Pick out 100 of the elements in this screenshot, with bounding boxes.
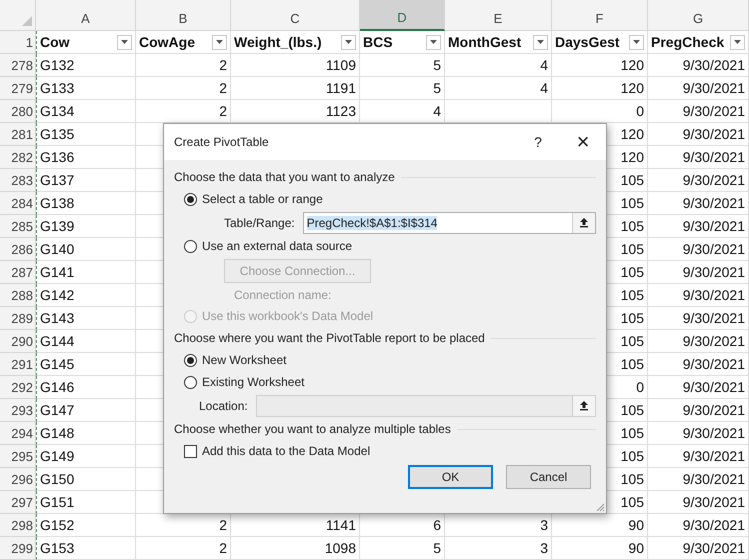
range-input-field[interactable]: PregCheck!$A$1:$I$314 — [302, 212, 596, 234]
row-header[interactable]: 288 — [0, 284, 36, 307]
row-header[interactable]: 287 — [0, 261, 36, 284]
table-cell: 1109 — [231, 54, 360, 77]
dropdown-arrow-icon — [537, 40, 544, 44]
table-cell: G153 — [36, 537, 136, 560]
header-cell: BCS — [363, 34, 393, 50]
column-header[interactable]: B — [136, 0, 231, 31]
row-header[interactable]: 286 — [0, 238, 36, 261]
row-header[interactable]: 1 — [0, 31, 36, 54]
row-header[interactable]: 292 — [0, 376, 36, 399]
table-cell: 9/30/2021 — [648, 54, 749, 77]
dialog-button[interactable]: Cancel — [506, 465, 591, 489]
column-header[interactable]: E — [445, 0, 552, 31]
dropdown-arrow-icon — [734, 40, 741, 44]
radio-button[interactable] — [184, 354, 197, 366]
row-header[interactable]: 294 — [0, 422, 36, 445]
table-cell: 120 — [552, 77, 648, 100]
filter-button[interactable] — [212, 34, 227, 50]
row-header[interactable]: 296 — [0, 468, 36, 491]
radio-button[interactable] — [184, 240, 197, 252]
table-cell: 9/30/2021 — [648, 100, 749, 123]
filter-button[interactable] — [533, 34, 548, 50]
column-header[interactable]: D — [360, 0, 445, 31]
radio-label[interactable]: Select a table or range — [202, 192, 323, 206]
row-header[interactable]: 282 — [0, 146, 36, 169]
table-cell: 9/30/2021 — [648, 284, 749, 307]
table-cell: 9/30/2021 — [648, 123, 749, 146]
row-header[interactable]: 297 — [0, 491, 36, 514]
header-cell: Cow — [40, 34, 70, 50]
table-cell: 9/30/2021 — [648, 445, 749, 468]
row-header[interactable]: 278 — [0, 54, 36, 77]
table-cell: 9/30/2021 — [648, 422, 749, 445]
section-heading: Choose the data that you want to analyze — [174, 170, 395, 184]
table-cell: G144 — [36, 330, 136, 353]
collapse-button[interactable] — [572, 212, 595, 232]
table-cell: 9/30/2021 — [648, 192, 749, 215]
column-header[interactable]: F — [552, 0, 648, 31]
table-cell: 9/30/2021 — [648, 169, 749, 192]
row-header[interactable]: 284 — [0, 192, 36, 215]
row-header[interactable]: 279 — [0, 77, 36, 100]
filter-button[interactable] — [117, 34, 132, 50]
header-cell: CowAge — [139, 34, 195, 50]
field-label: Table/Range: — [224, 216, 295, 230]
checkbox[interactable] — [184, 444, 197, 458]
column-header[interactable]: A — [36, 0, 136, 31]
row-header[interactable]: 298 — [0, 514, 36, 537]
row-header[interactable]: 299 — [0, 537, 36, 560]
filter-button[interactable] — [341, 34, 356, 50]
table-cell: 1191 — [231, 77, 360, 100]
section-heading: Choose where you want the PivotTable report to be placed — [174, 331, 485, 345]
table-cell: 2 — [136, 77, 231, 100]
radio-button[interactable] — [184, 376, 197, 388]
table-cell: 9/30/2021 — [648, 261, 749, 284]
upload-arrow-icon — [578, 217, 589, 228]
radio-button[interactable] — [184, 192, 197, 206]
row-header[interactable]: 280 — [0, 100, 36, 123]
table-cell: 4 — [445, 77, 552, 100]
table-cell: 5 — [360, 54, 445, 77]
table-cell: 1098 — [231, 537, 360, 560]
table-cell: G142 — [36, 284, 136, 307]
dropdown-arrow-icon — [121, 40, 128, 44]
dropdown-arrow-icon — [345, 40, 352, 44]
table-cell: G133 — [36, 77, 136, 100]
corner-triangle-icon — [21, 15, 33, 27]
column-header[interactable]: C — [231, 0, 360, 31]
filter-button[interactable] — [730, 34, 745, 50]
field-label: Location: — [199, 398, 248, 412]
row-header[interactable]: 289 — [0, 307, 36, 330]
filter-button[interactable] — [629, 34, 644, 50]
row-header[interactable]: 293 — [0, 399, 36, 422]
row-header[interactable]: 290 — [0, 330, 36, 353]
radio-label[interactable]: Existing Worksheet — [202, 375, 304, 389]
table-cell: 9/30/2021 — [648, 77, 749, 100]
row-header[interactable]: 281 — [0, 123, 36, 146]
filter-button[interactable] — [426, 34, 441, 50]
table-cell: 9/30/2021 — [648, 353, 749, 376]
row-header[interactable]: 291 — [0, 353, 36, 376]
radio-label[interactable]: New Worksheet — [202, 353, 286, 367]
row-header[interactable]: 285 — [0, 215, 36, 238]
table-cell: 5 — [360, 537, 445, 560]
table-cell: G148 — [36, 422, 136, 445]
table-cell: 9/30/2021 — [648, 537, 749, 560]
radio-label[interactable]: Use an external data source — [202, 239, 352, 253]
resize-grip-icon[interactable] — [595, 502, 605, 512]
header-cell: PregCheck — [651, 34, 724, 50]
column-header[interactable]: G — [648, 0, 749, 31]
table-cell: 5 — [360, 77, 445, 100]
table-cell: G143 — [36, 307, 136, 330]
table-cell: 9/30/2021 — [648, 514, 749, 537]
dialog-button[interactable]: OK — [408, 465, 493, 489]
table-cell: G152 — [36, 514, 136, 537]
header-cell: DaysGest — [555, 34, 620, 50]
row-header[interactable]: 295 — [0, 445, 36, 468]
table-cell: 9/30/2021 — [648, 146, 749, 169]
table-cell: 9/30/2021 — [648, 238, 749, 261]
row-header[interactable]: 283 — [0, 169, 36, 192]
checkbox-label[interactable]: Add this data to the Data Model — [202, 444, 370, 458]
table-cell: 9/30/2021 — [648, 468, 749, 491]
table-cell: G134 — [36, 100, 136, 123]
